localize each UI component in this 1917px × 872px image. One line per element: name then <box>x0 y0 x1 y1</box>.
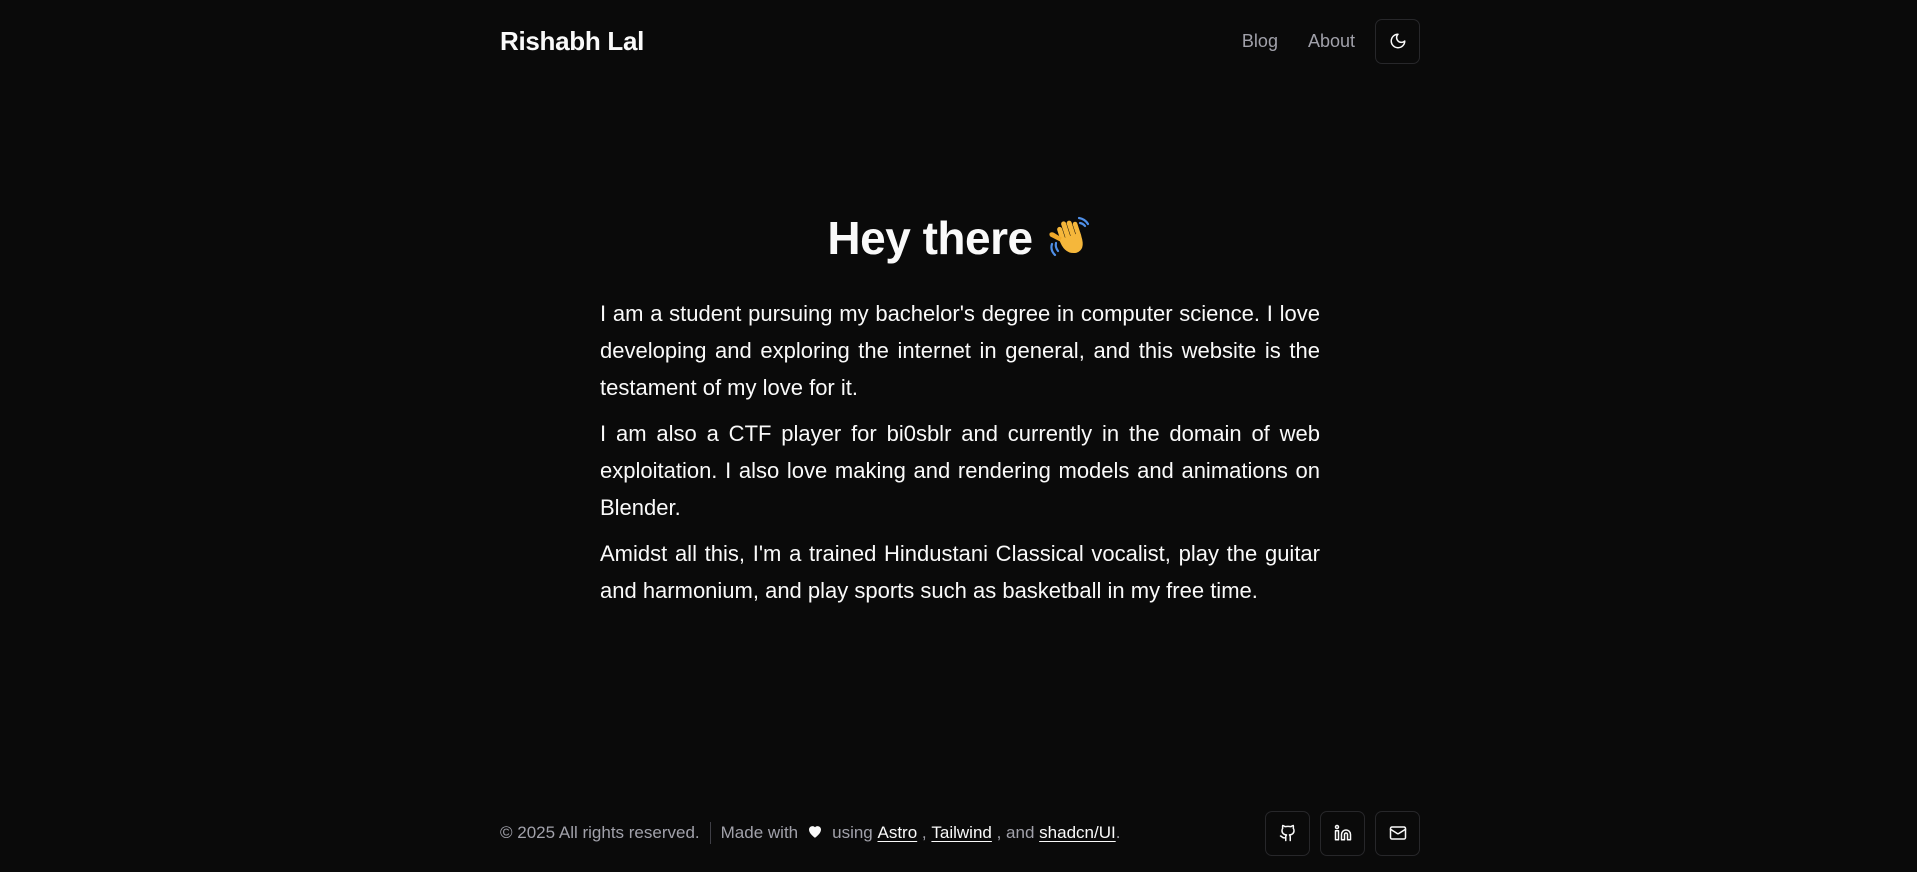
theme-toggle-button[interactable] <box>1375 18 1420 64</box>
shadcn-link[interactable]: shadcn/UI <box>1039 823 1116 843</box>
waving-hand-icon <box>1047 211 1093 277</box>
linkedin-icon <box>1334 824 1351 841</box>
footer-text: © 2025 All rights reserved. Made with us… <box>500 822 1120 845</box>
linkedin-button[interactable] <box>1320 810 1365 856</box>
hero-title: Hey there <box>600 205 1320 277</box>
github-button[interactable] <box>1265 810 1310 856</box>
hero-title-text: Hey there <box>827 212 1033 264</box>
site-header: Rishabh Lal Blog About <box>500 0 1420 82</box>
main-content: Hey there I am a student pursuing my bac… <box>600 205 1320 618</box>
nav-blog-link[interactable]: Blog <box>1242 31 1278 52</box>
main-nav: Blog About <box>1242 18 1420 64</box>
tailwind-link[interactable]: Tailwind <box>931 823 991 843</box>
copyright-text: © 2025 All rights reserved. <box>500 823 700 842</box>
mail-button[interactable] <box>1375 810 1420 856</box>
astro-link[interactable]: Astro <box>878 823 918 843</box>
made-with-text: Made with <box>720 823 799 842</box>
social-links <box>1255 810 1420 856</box>
and-text: , and <box>996 823 1035 842</box>
comma-text: , <box>921 823 927 842</box>
hobbies-paragraph: Amidst all this, I'm a trained Hindustan… <box>600 541 1320 603</box>
footer-divider <box>709 822 711 844</box>
moon-icon <box>1390 33 1405 49</box>
site-footer: © 2025 All rights reserved. Made with us… <box>500 810 1420 856</box>
page: Rishabh Lal Blog About Hey there I am a … <box>0 0 1917 872</box>
mail-icon <box>1389 826 1406 840</box>
heart-icon <box>806 822 824 845</box>
using-text: using <box>832 823 873 842</box>
github-icon <box>1279 824 1295 842</box>
intro-paragraph: I am a student pursuing my bachelor's de… <box>600 301 1320 400</box>
nav-about-link[interactable]: About <box>1308 31 1355 52</box>
site-title[interactable]: Rishabh Lal <box>500 26 644 57</box>
period-text: . <box>1115 823 1121 842</box>
ctf-paragraph: I am also a CTF player for bi0sblr and c… <box>600 421 1320 520</box>
